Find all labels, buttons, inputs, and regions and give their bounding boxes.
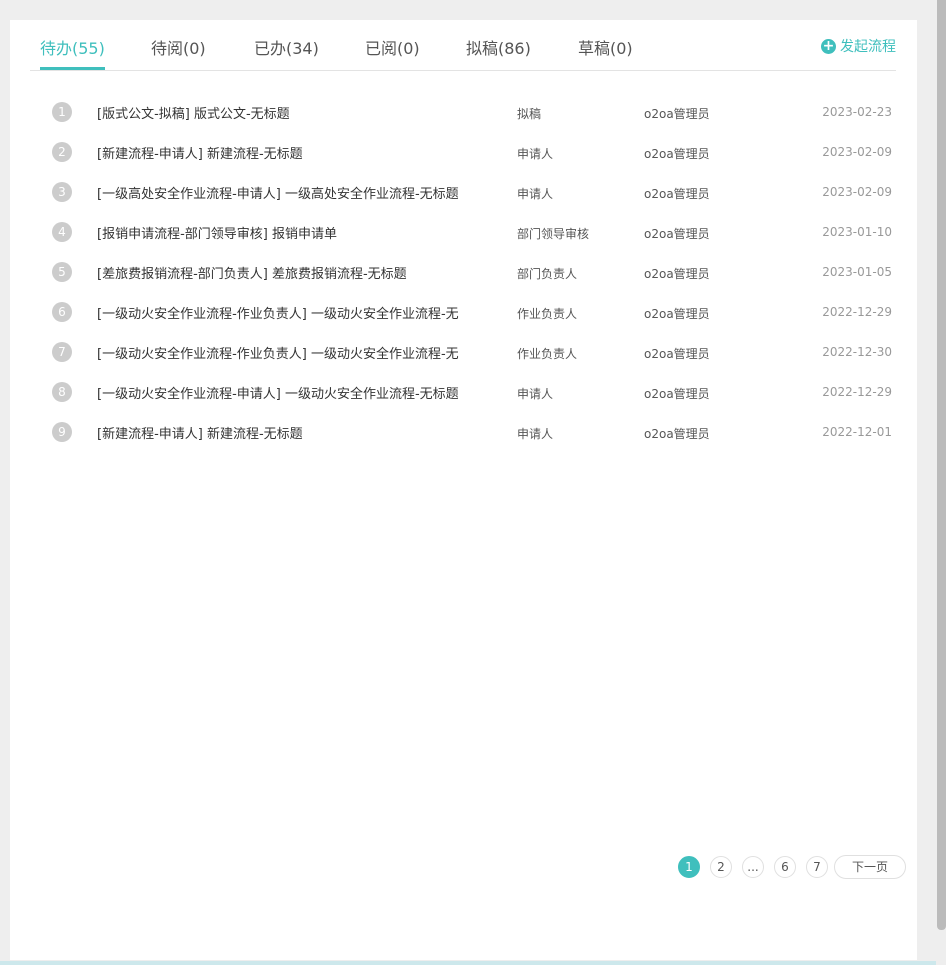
tab-read[interactable]: 已阅(0) <box>365 35 420 59</box>
start-process-label: 发起流程 <box>840 39 896 55</box>
activity-name: 作业负责人 <box>517 347 578 361</box>
task-row[interactable]: 9 [新建流程-申请人] 新建流程-无标题 申请人 o2oa管理员 2022-12-01 <box>10 412 917 452</box>
tab-drafting[interactable]: 拟稿(86) <box>466 35 531 59</box>
task-row[interactable]: 4 [报销申请流程-部门领导审核] 报销申请单 部门领导审核 o2oa管理员 2023-… <box>10 212 917 252</box>
activity-name: 申请人 <box>517 147 554 161</box>
person-name: o2oa管理员 <box>644 307 710 321</box>
pagination: 1 2 ... 6 7 下一页 <box>678 855 906 879</box>
person-name: o2oa管理员 <box>644 187 710 201</box>
row-number: 1 <box>52 102 72 122</box>
row-number: 7 <box>52 342 72 362</box>
tab-drafts[interactable]: 草稿(0) <box>578 35 633 59</box>
task-date: 2022-12-01 <box>822 425 892 439</box>
task-title[interactable]: [报销申请流程-部门领导审核] 报销申请单 <box>97 223 497 242</box>
activity-name: 作业负责人 <box>517 307 578 321</box>
tab-bar: 待办(55) 待阅(0) 已办(34) 已阅(0) 拟稿(86) 草稿(0) +… <box>30 20 896 71</box>
activity-name: 申请人 <box>517 387 554 401</box>
task-row[interactable]: 2 [新建流程-申请人] 新建流程-无标题 申请人 o2oa管理员 2023-02-09 <box>10 132 917 172</box>
person-name: o2oa管理员 <box>644 347 710 361</box>
page-7[interactable]: 7 <box>806 856 828 878</box>
person-name: o2oa管理员 <box>644 227 710 241</box>
task-row[interactable]: 8 [一级动火安全作业流程-申请人] 一级动火安全作业流程-无标题 申请人 o2oa管… <box>10 372 917 412</box>
task-row[interactable]: 7 [一级动火安全作业流程-作业负责人] 一级动火安全作业流程-无 作业负责人 o2o… <box>10 332 917 372</box>
task-title[interactable]: [新建流程-申请人] 新建流程-无标题 <box>97 143 497 162</box>
activity-name: 申请人 <box>517 427 554 441</box>
activity-name: 部门负责人 <box>517 267 578 281</box>
task-date: 2022-12-29 <box>822 385 892 399</box>
bottom-bar <box>0 961 936 965</box>
tab-todo[interactable]: 待办(55) <box>40 35 105 70</box>
row-number: 9 <box>52 422 72 442</box>
tab-toread[interactable]: 待阅(0) <box>151 35 206 59</box>
row-number: 2 <box>52 142 72 162</box>
page-6[interactable]: 6 <box>774 856 796 878</box>
task-row[interactable]: 1 [版式公文-拟稿] 版式公文-无标题 拟稿 o2oa管理员 2023-02-23 <box>10 92 917 132</box>
row-number: 8 <box>52 382 72 402</box>
person-name: o2oa管理员 <box>644 147 710 161</box>
activity-name: 拟稿 <box>517 107 542 121</box>
task-date: 2023-01-05 <box>822 265 892 279</box>
plus-circle-icon: + <box>821 37 836 54</box>
task-date: 2022-12-30 <box>822 345 892 359</box>
task-title[interactable]: [版式公文-拟稿] 版式公文-无标题 <box>97 103 497 122</box>
task-title[interactable]: [一级高处安全作业流程-申请人] 一级高处安全作业流程-无标题 <box>97 183 497 202</box>
row-number: 5 <box>52 262 72 282</box>
task-title[interactable]: [一级动火安全作业流程-作业负责人] 一级动火安全作业流程-无 <box>97 303 497 322</box>
row-number: 6 <box>52 302 72 322</box>
next-page-button[interactable]: 下一页 <box>834 855 906 879</box>
activity-name: 部门领导审核 <box>517 227 590 241</box>
task-title[interactable]: [差旅费报销流程-部门负责人] 差旅费报销流程-无标题 <box>97 263 497 282</box>
person-name: o2oa管理员 <box>644 387 710 401</box>
page-1[interactable]: 1 <box>678 856 700 878</box>
task-panel: 待办(55) 待阅(0) 已办(34) 已阅(0) 拟稿(86) 草稿(0) +… <box>10 20 917 960</box>
activity-name: 申请人 <box>517 187 554 201</box>
task-title[interactable]: [一级动火安全作业流程-申请人] 一级动火安全作业流程-无标题 <box>97 383 497 402</box>
row-number: 4 <box>52 222 72 242</box>
tab-done[interactable]: 已办(34) <box>254 35 319 59</box>
task-date: 2023-01-10 <box>822 225 892 239</box>
task-date: 2022-12-29 <box>822 305 892 319</box>
task-row[interactable]: 5 [差旅费报销流程-部门负责人] 差旅费报销流程-无标题 部门负责人 o2oa管理员… <box>10 252 917 292</box>
person-name: o2oa管理员 <box>644 267 710 281</box>
task-date: 2023-02-09 <box>822 145 892 159</box>
person-name: o2oa管理员 <box>644 427 710 441</box>
task-title[interactable]: [一级动火安全作业流程-作业负责人] 一级动火安全作业流程-无 <box>97 343 497 362</box>
task-row[interactable]: 6 [一级动火安全作业流程-作业负责人] 一级动火安全作业流程-无 作业负责人 o2o… <box>10 292 917 332</box>
person-name: o2oa管理员 <box>644 107 710 121</box>
scrollbar-thumb[interactable] <box>937 0 946 930</box>
task-date: 2023-02-23 <box>822 105 892 119</box>
task-row[interactable]: 3 [一级高处安全作业流程-申请人] 一级高处安全作业流程-无标题 申请人 o2oa管… <box>10 172 917 212</box>
task-date: 2023-02-09 <box>822 185 892 199</box>
task-title[interactable]: [新建流程-申请人] 新建流程-无标题 <box>97 423 497 442</box>
page-2[interactable]: 2 <box>710 856 732 878</box>
start-process-button[interactable]: + 发起流程 <box>821 36 896 56</box>
page-ellipsis[interactable]: ... <box>742 856 764 878</box>
row-number: 3 <box>52 182 72 202</box>
